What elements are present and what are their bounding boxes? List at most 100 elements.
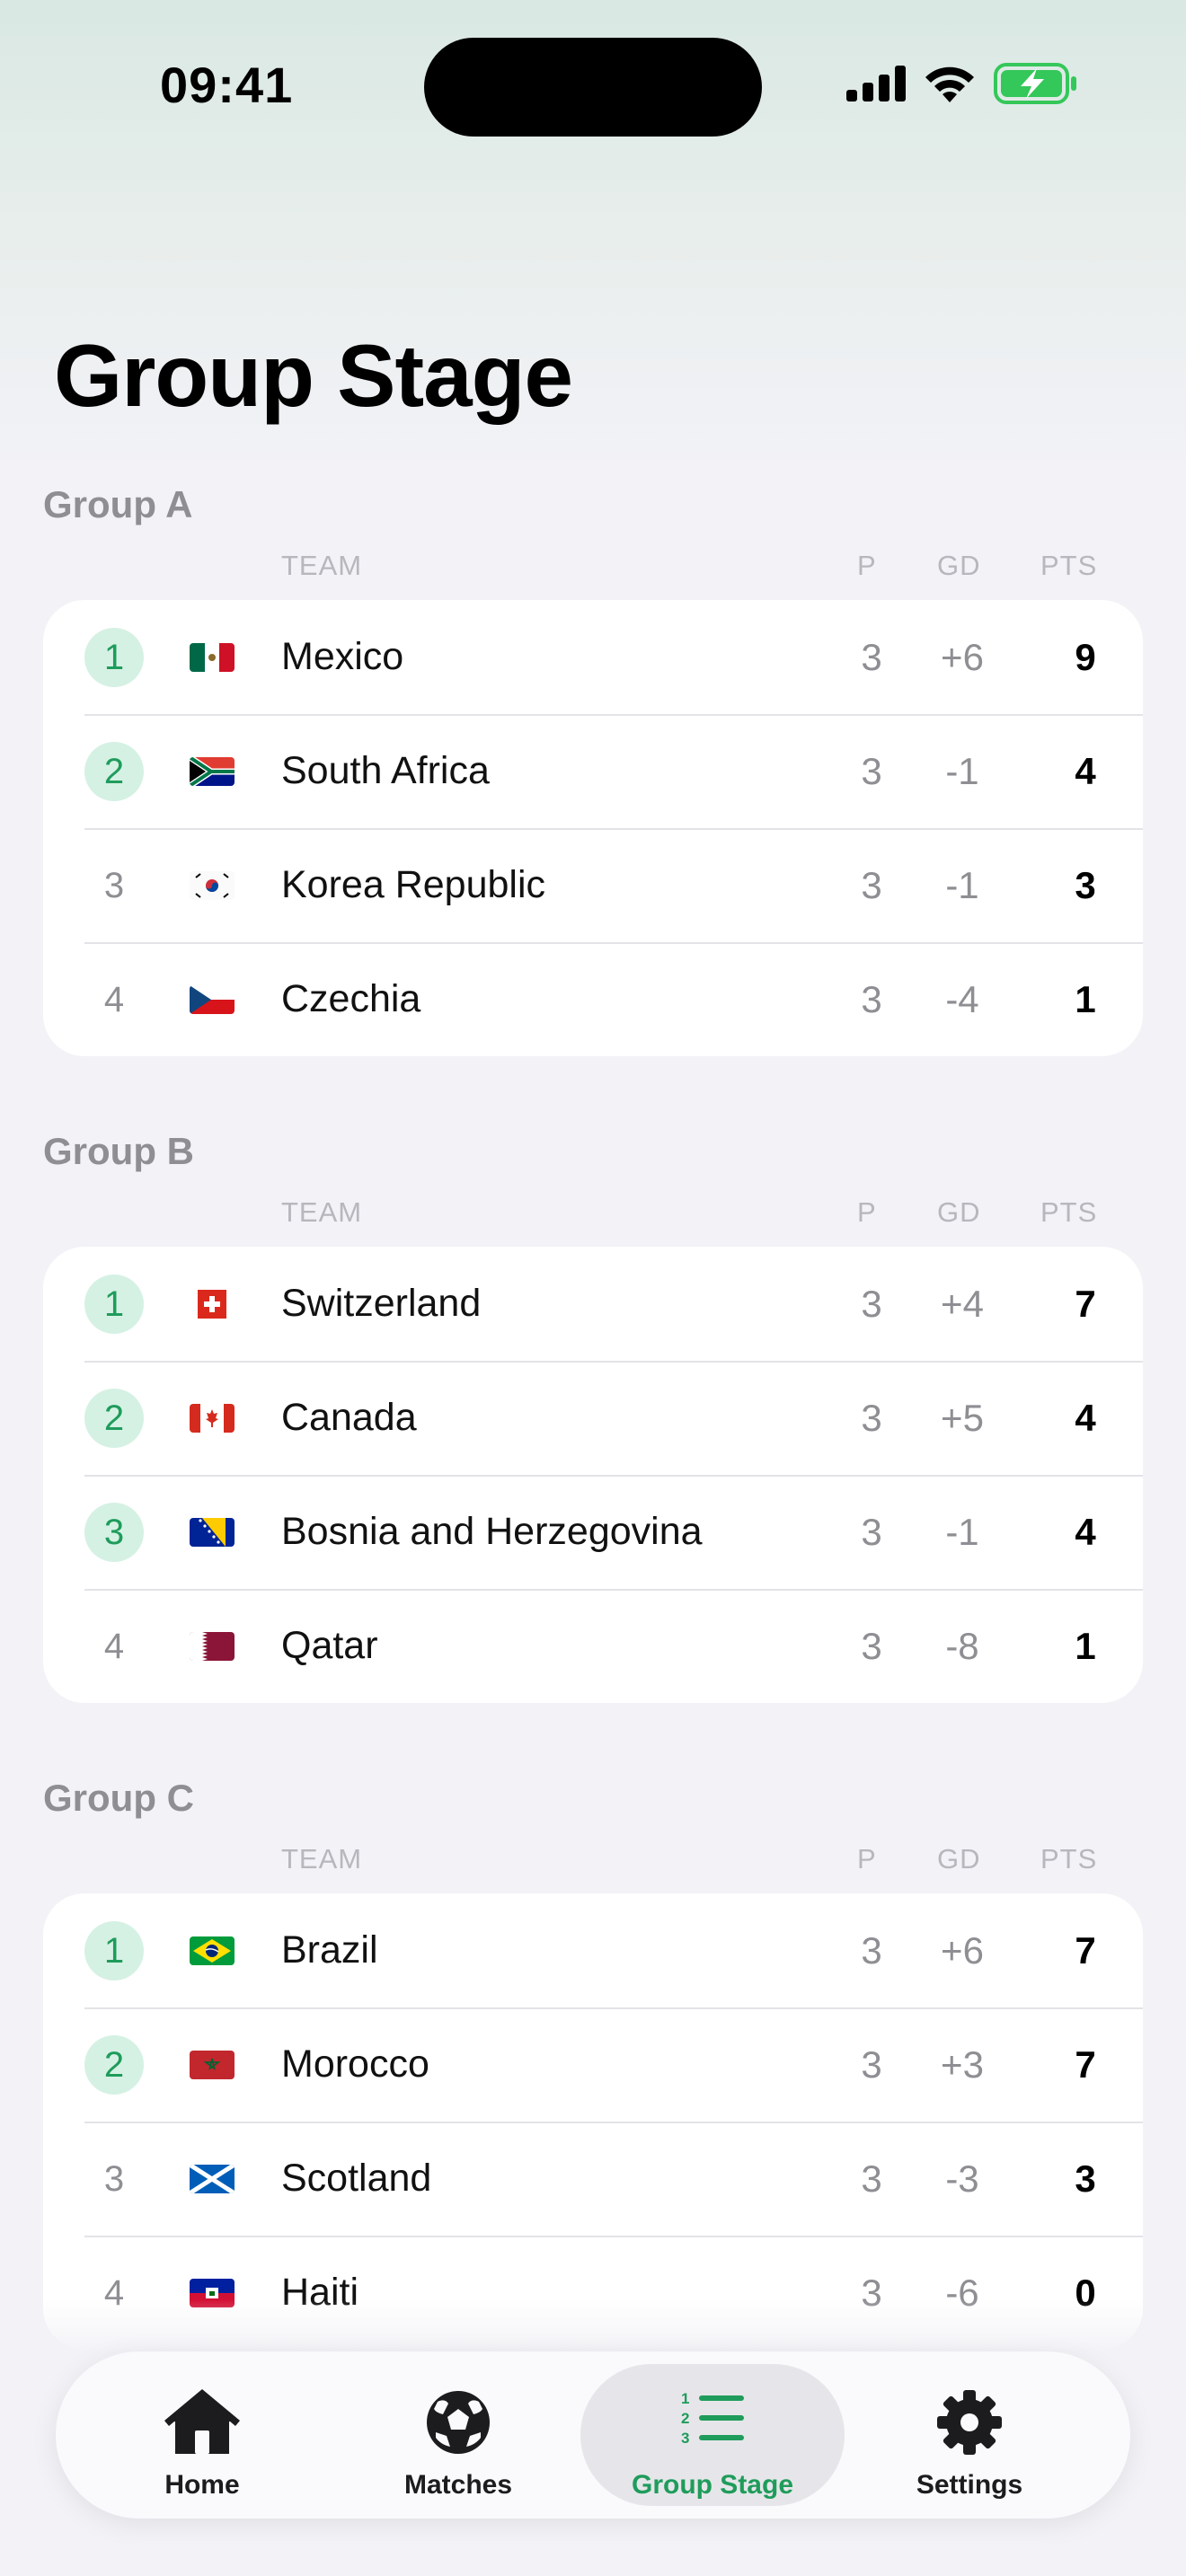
- column-goal-diff: GD: [937, 550, 981, 581]
- numbered-list-icon: 1 2 3: [681, 2390, 744, 2447]
- column-team: TEAM: [281, 1843, 363, 1875]
- points: 1: [1075, 978, 1096, 1020]
- played: 3: [861, 1625, 882, 1667]
- tab-home[interactable]: Home: [70, 2364, 334, 2506]
- played: 3: [861, 2043, 882, 2086]
- tab-home-label: Home: [164, 2470, 240, 2500]
- points: 7: [1075, 2043, 1096, 2086]
- goal-diff: +4: [941, 1283, 984, 1325]
- team-name: Switzerland: [281, 1282, 482, 1325]
- tab-group-stage[interactable]: 1 2 3 Group Stage: [580, 2364, 845, 2506]
- switzerland-flag-icon: [198, 1290, 226, 1319]
- goal-diff: +6: [941, 636, 984, 678]
- column-points: PTS: [1040, 1843, 1098, 1875]
- goal-diff: +5: [941, 1397, 984, 1439]
- brazil-flag-icon: [190, 1936, 235, 1965]
- column-played: P: [857, 1843, 877, 1875]
- standings-row[interactable]: 4 Qatar 3 -8 1: [43, 1589, 1143, 1703]
- rank-badge: 1: [84, 628, 144, 687]
- team-name: Bosnia and Herzegovina: [281, 1510, 703, 1553]
- status-icons: [846, 63, 1078, 104]
- standings-row[interactable]: 2 Canada 3 +5 4: [43, 1361, 1143, 1475]
- standings-row[interactable]: 3 Bosnia and Herzegovina 3 -1 4: [43, 1475, 1143, 1589]
- group-title: Group C: [43, 1777, 194, 1819]
- tab-settings-label: Settings: [916, 2470, 1023, 2500]
- played: 3: [861, 978, 882, 1020]
- standings-row[interactable]: 1 Mexico 3 +6 9: [43, 600, 1143, 714]
- rank-badge: 1: [84, 1921, 144, 1981]
- points: 3: [1075, 864, 1096, 906]
- rank-label: 4: [103, 979, 125, 1019]
- rank-badge: 1: [84, 1275, 144, 1334]
- south-africa-flag-icon: [190, 757, 235, 786]
- points: 7: [1075, 1283, 1096, 1325]
- goal-diff: -3: [945, 2157, 979, 2200]
- standings-card: 1 Switzerland 3 +4 7 2 Canada 3 +5 4 3 B…: [43, 1247, 1143, 1703]
- standings-row[interactable]: 2 Morocco 3 +3 7: [43, 2007, 1143, 2122]
- group-title: Group A: [43, 483, 193, 525]
- rank-badge: 2: [84, 2035, 144, 2095]
- battery-charging-icon: [994, 63, 1076, 104]
- team-name: South Africa: [281, 749, 490, 792]
- goal-diff: -1: [945, 1511, 979, 1553]
- team-name: Qatar: [281, 1624, 378, 1667]
- group-a: Group A TEAM P GD PTS 1 Mexico 3 +6 9 2 …: [43, 472, 1143, 1056]
- svg-text:3: 3: [681, 2430, 689, 2447]
- rank-badge: 2: [84, 742, 144, 801]
- played: 3: [861, 2157, 882, 2200]
- svg-text:2: 2: [681, 2410, 689, 2427]
- standings-row[interactable]: 3 Korea Republic 3 -1 3: [43, 828, 1143, 942]
- status-time: 09:41: [160, 57, 294, 113]
- played: 3: [861, 750, 882, 792]
- points: 4: [1075, 1397, 1096, 1439]
- svg-text:1: 1: [681, 2390, 689, 2407]
- team-name: Scotland: [281, 2157, 432, 2200]
- points: 4: [1075, 1511, 1096, 1553]
- standings-card: 1 Brazil 3 +6 7 2 Morocco 3 +3 7 3 Scotl…: [43, 1893, 1143, 2350]
- group-title: Group B: [43, 1130, 194, 1172]
- column-goal-diff: GD: [937, 1196, 981, 1228]
- points: 9: [1075, 636, 1096, 678]
- soccer-ball-icon: [427, 2391, 490, 2454]
- points: 7: [1075, 1929, 1096, 1972]
- points: 1: [1075, 1625, 1096, 1667]
- group-c: Group C TEAM P GD PTS 1 Brazil 3 +6 7 2 …: [43, 1766, 1143, 2350]
- played: 3: [861, 636, 882, 678]
- standings-row[interactable]: 3 Scotland 3 -3 3: [43, 2122, 1143, 2236]
- column-headers: TEAM P GD PTS: [43, 1184, 1143, 1236]
- played: 3: [861, 1929, 882, 1972]
- goal-diff: -8: [945, 1625, 979, 1667]
- rank-badge: 3: [84, 1503, 144, 1562]
- standings-row[interactable]: 4 Czechia 3 -4 1: [43, 942, 1143, 1056]
- column-team: TEAM: [281, 1196, 363, 1228]
- qatar-flag-icon: [190, 1632, 235, 1661]
- standings-row[interactable]: 2 South Africa 3 -1 4: [43, 714, 1143, 828]
- morocco-flag-icon: [190, 2051, 235, 2079]
- standings-row[interactable]: 1 Brazil 3 +6 7: [43, 1893, 1143, 2007]
- cellular-signal-icon: [846, 66, 906, 101]
- scotland-flag-icon: [190, 2165, 235, 2193]
- screen: 09:41 Group Stage Group A TEAM P GD PTS: [0, 0, 1186, 2576]
- tab-matches[interactable]: Matches: [326, 2364, 590, 2506]
- rank-badge: 2: [84, 1389, 144, 1448]
- tab-matches-label: Matches: [403, 2470, 513, 2500]
- korea-flag-icon: [190, 871, 235, 900]
- standings-row[interactable]: 1 Switzerland 3 +4 7: [43, 1247, 1143, 1361]
- column-headers: TEAM P GD PTS: [43, 537, 1143, 589]
- goal-diff: -1: [945, 750, 979, 792]
- column-played: P: [857, 550, 877, 581]
- page-title: Group Stage: [54, 326, 573, 425]
- tab-settings[interactable]: Settings: [837, 2364, 1102, 2506]
- played: 3: [861, 1283, 882, 1325]
- played: 3: [861, 1511, 882, 1553]
- goal-diff: -4: [945, 978, 979, 1020]
- goal-diff: -1: [945, 864, 979, 906]
- column-points: PTS: [1040, 1196, 1098, 1228]
- team-name: Morocco: [281, 2042, 429, 2086]
- column-goal-diff: GD: [937, 1843, 981, 1875]
- czechia-flag-icon: [190, 985, 235, 1014]
- rank-label: 4: [103, 1626, 125, 1666]
- tab-group-stage-label: Group Stage: [631, 2470, 793, 2500]
- column-headers: TEAM P GD PTS: [43, 1831, 1143, 1883]
- standings-card: 1 Mexico 3 +6 9 2 South Africa 3 -1 4 3 …: [43, 600, 1143, 1056]
